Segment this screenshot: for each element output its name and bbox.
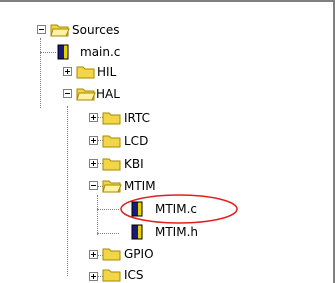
tree-item-label: main.c bbox=[80, 45, 121, 59]
tree-item-label: MTIM bbox=[124, 179, 156, 193]
c-header-file-icon bbox=[131, 224, 143, 240]
expand-toggle-irtc[interactable] bbox=[89, 113, 98, 122]
tree-line bbox=[97, 195, 98, 235]
collapse-toggle-sources[interactable] bbox=[37, 25, 46, 34]
expand-toggle-ics[interactable] bbox=[89, 272, 98, 281]
collapse-toggle-mtim[interactable] bbox=[89, 181, 98, 190]
tree-item-label: MTIM.h bbox=[155, 225, 198, 239]
expand-toggle-gpio[interactable] bbox=[89, 250, 98, 259]
expand-toggle-kbi[interactable] bbox=[89, 159, 98, 168]
folder-icon bbox=[102, 269, 121, 282]
folder-icon bbox=[102, 112, 121, 125]
folder-icon bbox=[102, 248, 121, 261]
tree-item-label: Sources bbox=[72, 23, 120, 37]
c-source-file-icon bbox=[57, 44, 69, 60]
tree-item-label: LCD bbox=[124, 134, 149, 148]
tree-line bbox=[67, 106, 68, 276]
tree-line bbox=[97, 209, 119, 210]
tree-item-label: HAL bbox=[96, 87, 120, 101]
source-tree: Sources main.c HIL HAL IRTC LCD KBI MTIM… bbox=[0, 0, 335, 283]
tree-line bbox=[97, 233, 119, 234]
expand-toggle-hil[interactable] bbox=[63, 67, 72, 76]
tree-item-label: IRTC bbox=[124, 111, 151, 125]
folder-open-icon bbox=[50, 24, 70, 37]
tree-item-label: MTIM.c bbox=[155, 202, 197, 216]
tree-item-label: GPIO bbox=[124, 247, 154, 261]
tree-line bbox=[40, 52, 56, 53]
c-source-file-icon bbox=[131, 201, 143, 217]
folder-open-icon bbox=[76, 88, 96, 101]
expand-toggle-lcd[interactable] bbox=[89, 136, 98, 145]
tree-line bbox=[40, 38, 41, 108]
tree-item-label: HIL bbox=[97, 65, 117, 79]
tree-item-label: KBI bbox=[124, 157, 144, 171]
folder-open-icon bbox=[102, 180, 122, 193]
folder-icon bbox=[102, 135, 121, 148]
folder-icon bbox=[76, 66, 95, 79]
tree-item-label: ICS bbox=[124, 268, 144, 282]
folder-icon bbox=[102, 158, 121, 171]
collapse-toggle-hal[interactable] bbox=[63, 89, 72, 98]
